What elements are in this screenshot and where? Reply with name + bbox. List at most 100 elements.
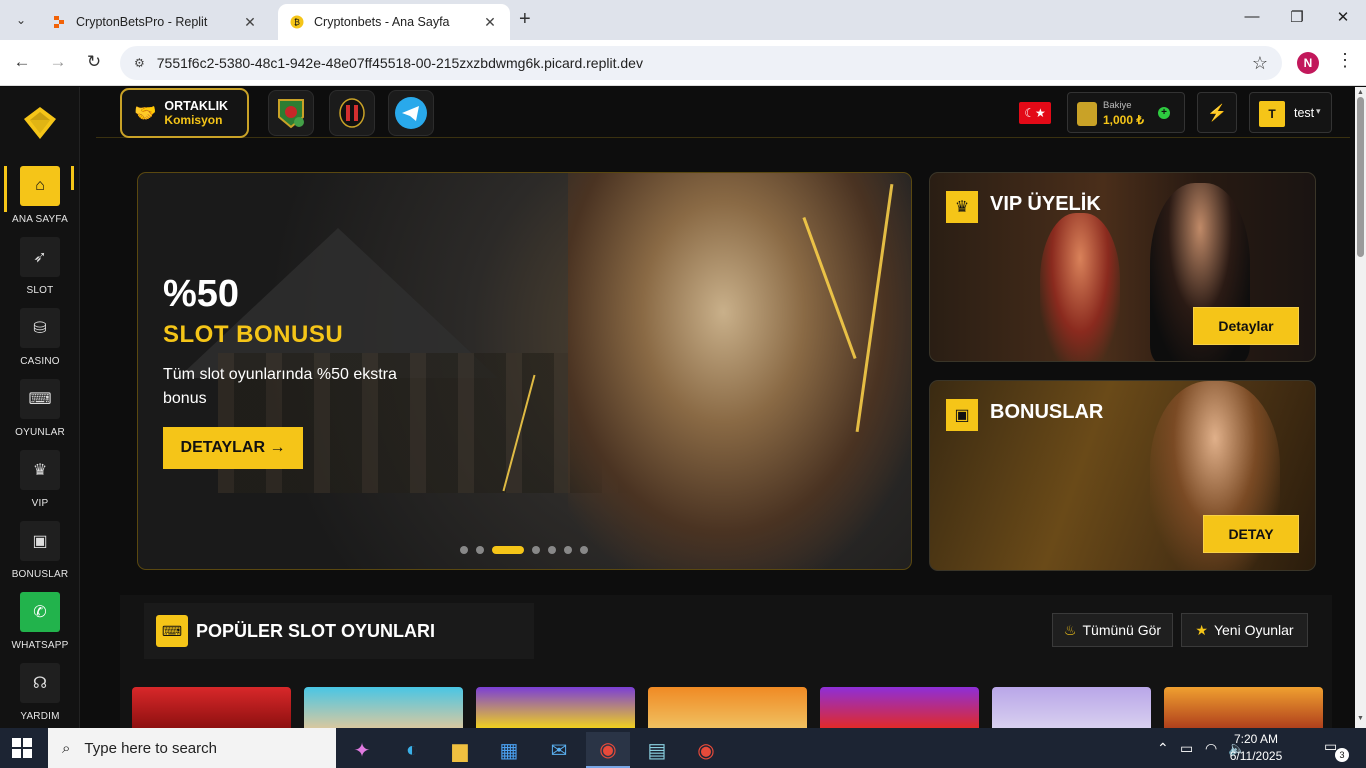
tab-close-icon[interactable]: ✕: [242, 14, 258, 31]
sidebar-item-slot[interactable]: ➶ SLOT: [0, 237, 80, 296]
close-window-button[interactable]: ✕: [1328, 8, 1358, 26]
site-topbar: 🤝 ORTAKLIK Komisyon ☾★ Bakiye 1,000 ₺ + …: [96, 87, 1350, 138]
chrome-icon[interactable]: ◉: [586, 732, 630, 768]
bolt-icon[interactable]: ⚡: [1197, 92, 1237, 133]
add-funds-icon[interactable]: +: [1158, 107, 1170, 119]
back-icon[interactable]: ←: [10, 52, 34, 72]
games-row: [132, 687, 1323, 728]
game-thumbnail[interactable]: [132, 687, 291, 728]
balance-widget[interactable]: Bakiye 1,000 ₺ +: [1067, 92, 1185, 133]
windows-start-icon[interactable]: [12, 738, 32, 758]
crown-icon: ♛: [946, 191, 978, 223]
minimize-button[interactable]: —: [1237, 8, 1267, 25]
milan-team-button[interactable]: [329, 90, 375, 136]
address-bar-row: ← → ↻ ⚙ 7551f6c2-5380-48c1-942e-48e07ff4…: [0, 40, 1366, 86]
notepad-icon[interactable]: ▤: [635, 732, 679, 768]
diamond-logo-icon[interactable]: [20, 103, 60, 143]
sidebar-item-home[interactable]: ⌂ ANA SAYFA: [0, 166, 80, 225]
hero-description: Tüm slot oyunlarında %50 ekstra bonus: [163, 366, 397, 407]
store-icon[interactable]: ▦: [487, 732, 531, 768]
taskbar-clock[interactable]: 7:20 AM 6/11/2025: [1226, 731, 1286, 765]
sidebar-item-vip[interactable]: ♛ VIP: [0, 450, 80, 509]
sidebar-item-help[interactable]: ☊ YARDIM: [0, 663, 80, 722]
slide-dot[interactable]: [580, 546, 588, 554]
hero-subheadline: SLOT BONUSU: [163, 321, 344, 348]
game-thumbnail[interactable]: [648, 687, 807, 728]
cryptonbets-favicon-icon: ₿: [290, 15, 304, 29]
forward-icon[interactable]: →: [46, 52, 70, 72]
game-thumbnail[interactable]: [476, 687, 635, 728]
turkey-flag-icon[interactable]: ☾★: [1019, 102, 1051, 124]
taskbar-search-placeholder: Type here to search: [84, 739, 217, 757]
reload-icon[interactable]: ↻: [82, 52, 106, 72]
vip-membership-card[interactable]: ♛ VIP ÜYELİK Detaylar: [929, 172, 1316, 362]
new-tab-button[interactable]: +: [519, 8, 531, 31]
rocket-icon: ➶: [20, 237, 60, 277]
telegram-button[interactable]: [388, 90, 434, 136]
bonus-details-button[interactable]: DETAY: [1203, 515, 1299, 553]
avatar: T: [1259, 101, 1285, 127]
wifi-icon[interactable]: ◠: [1205, 740, 1217, 757]
mail-icon[interactable]: ✉: [537, 732, 581, 768]
sidebar-item-whatsapp[interactable]: ✆ WHATSAPP: [0, 592, 80, 651]
new-games-label: Yeni Oyunlar: [1213, 622, 1294, 638]
slide-dot-active[interactable]: [492, 546, 524, 554]
new-games-button[interactable]: ★ Yeni Oyunlar: [1181, 613, 1308, 647]
slider-pagination: [460, 546, 588, 554]
clock-date: 6/11/2025: [1229, 749, 1283, 763]
tab-cryptonbets[interactable]: ₿ Cryptonbets - Ana Sayfa ✕: [278, 4, 510, 40]
scrollbar-thumb[interactable]: [1357, 97, 1364, 257]
maximize-button[interactable]: ❐: [1282, 8, 1312, 26]
tab-close-icon[interactable]: ✕: [482, 14, 498, 31]
see-all-button[interactable]: ♨ Tümünü Gör: [1052, 613, 1173, 647]
scroll-down-icon[interactable]: ▼: [1357, 715, 1364, 722]
game-thumbnail[interactable]: [304, 687, 463, 728]
gamepad-icon: ⌨: [20, 379, 60, 419]
slide-dot[interactable]: [548, 546, 556, 554]
browser-tab-strip: ⌄ CryptonBetsPro - Replit ✕ ₿ Cryptonbet…: [0, 0, 1366, 40]
chrome-profile-icon[interactable]: ◉: [684, 732, 728, 768]
file-explorer-icon[interactable]: ▆: [438, 732, 482, 768]
galatasaray-team-button[interactable]: [268, 90, 314, 136]
url-text[interactable]: 7551f6c2-5380-48c1-942e-48e07ff45518-00-…: [157, 55, 643, 71]
hero-zeus-image: [568, 173, 911, 569]
taskbar-search[interactable]: ⌕ Type here to search: [48, 728, 336, 768]
sidebar-item-casino[interactable]: ⛁ CASINO: [0, 308, 80, 367]
popular-slots-section: ⌨ POPÜLER SLOT OYUNLARI ♨ Tümünü Gör ★ Y…: [120, 595, 1332, 728]
scroll-up-icon[interactable]: ▲: [1357, 89, 1364, 96]
team-badge-icon: [278, 99, 304, 129]
replit-favicon-icon: [54, 16, 64, 28]
hero-details-button[interactable]: DETAYLAR →: [163, 427, 303, 469]
slide-dot[interactable]: [564, 546, 572, 554]
clock-time: 7:20 AM: [1233, 732, 1279, 746]
home-icon: ⌂: [20, 166, 60, 206]
gift-icon: ▣: [20, 521, 60, 561]
tab-replit[interactable]: CryptonBetsPro - Replit ✕: [40, 4, 270, 40]
game-thumbnail[interactable]: [820, 687, 979, 728]
sidebar-item-games[interactable]: ⌨ OYUNLAR: [0, 379, 80, 438]
slide-dot[interactable]: [476, 546, 484, 554]
bonuses-card[interactable]: ▣ BONUSLAR DETAY: [929, 380, 1316, 571]
game-thumbnail[interactable]: [1164, 687, 1323, 728]
vip-details-button[interactable]: Detaylar: [1193, 307, 1299, 345]
sidebar-item-label: CASINO: [20, 356, 60, 367]
edge-icon[interactable]: ◐: [390, 732, 434, 768]
url-omnibox[interactable]: ⚙ 7551f6c2-5380-48c1-942e-48e07ff45518-0…: [120, 46, 1282, 80]
profile-avatar[interactable]: N: [1297, 52, 1319, 74]
user-menu[interactable]: T test ▾: [1249, 92, 1332, 133]
sidebar-item-bonuses[interactable]: ▣ BONUSLAR: [0, 521, 80, 580]
copilot-icon[interactable]: ✦: [340, 732, 384, 768]
partner-commission-button[interactable]: 🤝 ORTAKLIK Komisyon: [120, 88, 249, 138]
slide-dot[interactable]: [532, 546, 540, 554]
browser-menu-icon[interactable]: ⋮: [1336, 50, 1354, 71]
site-info-icon[interactable]: ⚙: [134, 56, 145, 70]
hero-slider[interactable]: %50 SLOT BONUSU Tüm slot oyunlarında %50…: [137, 172, 912, 570]
tab-search-dropdown-icon[interactable]: ⌄: [8, 7, 34, 33]
chevron-up-icon[interactable]: ⌃: [1157, 740, 1169, 757]
game-thumbnail[interactable]: [992, 687, 1151, 728]
chevron-down-icon: ▾: [1316, 106, 1321, 116]
battery-icon[interactable]: ▭: [1180, 740, 1193, 757]
page-scrollbar[interactable]: ▲ ▼: [1355, 87, 1366, 728]
slide-dot[interactable]: [460, 546, 468, 554]
bookmark-star-icon[interactable]: ☆: [1252, 53, 1268, 74]
